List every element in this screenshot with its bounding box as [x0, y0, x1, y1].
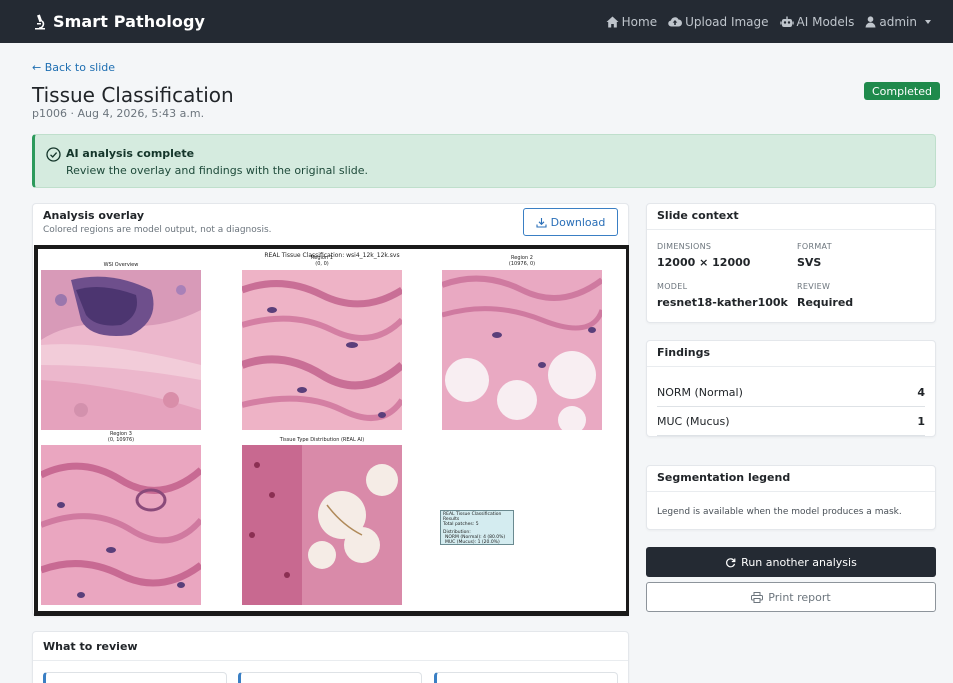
review-label: REVIEW	[797, 282, 831, 291]
legend-text: Legend is available when the model produ…	[657, 507, 902, 517]
findings-card: Findings NORM (Normal) 4 MUC (Mucus) 1	[646, 340, 936, 437]
review-tile	[238, 672, 422, 683]
tissue-distribution-image	[242, 445, 402, 605]
refresh-icon	[726, 557, 736, 567]
run-another-analysis-button[interactable]: Run another analysis	[646, 547, 936, 577]
review-tile	[434, 672, 618, 683]
microscope-icon	[35, 13, 45, 29]
check-circle-icon	[46, 147, 61, 162]
alert-title: AI analysis complete	[66, 147, 195, 160]
nav-upload-label: Upload Image	[685, 14, 769, 29]
brand-name: Smart Pathology	[53, 12, 206, 31]
dimensions-value: 12000 × 12000	[657, 256, 751, 269]
overlay-figure: REAL Tissue Classification: wsi4_12k_12k…	[38, 249, 626, 611]
user-icon	[865, 15, 876, 27]
brand-link[interactable]: Smart Pathology	[32, 12, 205, 31]
findings-title: Findings	[647, 341, 935, 367]
finding-label: NORM (Normal)	[657, 385, 743, 399]
top-navbar: Smart Pathology Home Upload Image AI Mod…	[0, 0, 953, 43]
results-line-2: MUC (Mucus): 1 (20.0%)	[445, 540, 500, 545]
overlay-image-frame: REAL Tissue Classification: wsi4_12k_12k…	[34, 245, 629, 616]
region-3-image	[41, 445, 201, 605]
panel-label-wsi-overview: WSI Overview	[103, 262, 139, 268]
results-total: Total patches: 5	[443, 522, 479, 527]
format-label: FORMAT	[797, 242, 832, 251]
review-tile	[43, 672, 227, 683]
model-value: resnet18-kather100k	[657, 296, 788, 309]
finding-count: 4	[917, 385, 925, 399]
cloud-upload-icon	[668, 17, 683, 27]
wsi-overview-image	[41, 270, 201, 430]
slide-context-title: Slide context	[647, 204, 935, 230]
printer-icon	[751, 591, 764, 603]
slide-context-card: Slide context DIMENSIONS 12000 × 12000 F…	[646, 203, 936, 323]
chevron-down-icon	[925, 19, 931, 24]
alert-text: Review the overlay and findings with the…	[66, 164, 369, 177]
nav-home-link[interactable]: Home	[606, 15, 657, 29]
segmentation-legend-card: Segmentation legend Legend is available …	[646, 465, 936, 530]
dimensions-label: DIMENSIONS	[657, 242, 712, 251]
page-subtitle: p1006 · Aug 4, 2026, 5:43 a.m.	[32, 107, 205, 120]
nav-ai-models-label: AI Models	[796, 14, 855, 29]
what-to-review-card: What to review	[32, 631, 629, 683]
page-title: Tissue Classification	[32, 83, 234, 107]
finding-row: MUC (Mucus) 1	[657, 407, 925, 436]
nav-upload-link[interactable]: Upload Image	[668, 14, 769, 29]
format-value: SVS	[797, 256, 822, 269]
back-to-slide-link[interactable]: ← Back to slide	[32, 61, 115, 74]
classification-results-box: REAL Tissue Classification Results Total…	[440, 510, 514, 545]
review-title: What to review	[33, 632, 628, 661]
panel-sub-region-2: (10976, 0)	[508, 261, 536, 267]
download-label: Download	[550, 215, 606, 229]
home-icon	[606, 16, 619, 27]
results-title: REAL Tissue Classification Results	[443, 512, 502, 522]
model-label: MODEL	[657, 282, 688, 291]
panel-sub-region-1: (0, 0)	[315, 261, 329, 267]
run-label: Run another analysis	[741, 555, 857, 569]
nav-ai-models-link[interactable]: AI Models	[779, 14, 855, 29]
finding-row: NORM (Normal) 4	[657, 378, 925, 407]
nav-user-label: admin	[879, 14, 917, 29]
nav-home-label: Home	[621, 14, 658, 29]
finding-count: 1	[917, 414, 925, 428]
overlay-title: Analysis overlay	[43, 209, 145, 222]
print-report-button[interactable]: Print report	[646, 582, 936, 612]
legend-title: Segmentation legend	[647, 466, 935, 492]
review-value: Required	[797, 296, 854, 309]
print-label: Print report	[768, 590, 831, 604]
status-badge: Completed	[864, 82, 940, 100]
finding-label: MUC (Mucus)	[657, 414, 730, 428]
download-button[interactable]: Download	[523, 208, 618, 236]
region-2-image	[442, 270, 602, 430]
robot-icon	[779, 16, 794, 27]
analysis-complete-alert: AI analysis complete Review the overlay …	[32, 134, 936, 188]
download-icon	[536, 217, 547, 228]
overlay-subtitle: Colored regions are model output, not a …	[43, 225, 272, 235]
analysis-overlay-card: Analysis overlay Colored regions are mod…	[32, 203, 629, 616]
panel-label-distribution: Tissue Type Distribution (REAL AI)	[279, 437, 365, 443]
region-1-image	[242, 270, 402, 430]
panel-sub-region-3: (0, 10976)	[107, 437, 135, 443]
nav-user-menu[interactable]: admin	[865, 15, 931, 29]
